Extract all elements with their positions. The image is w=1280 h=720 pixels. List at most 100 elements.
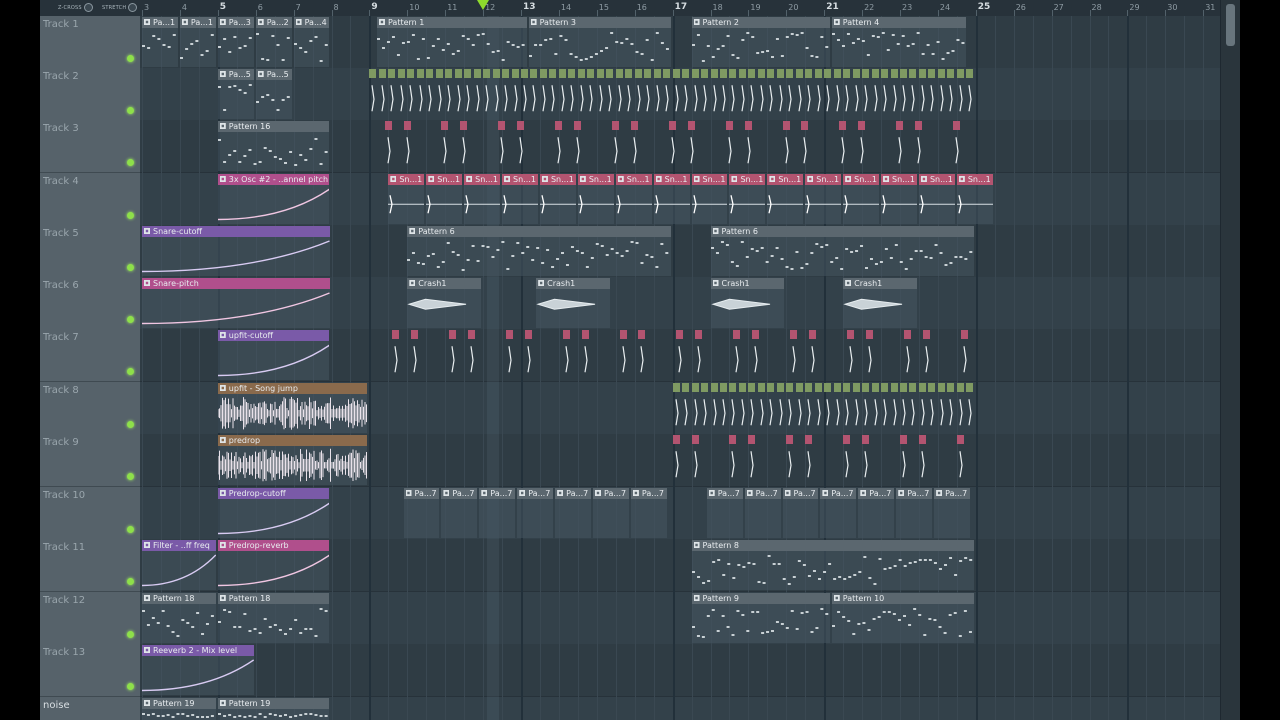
playlist-clip[interactable]: Pattern 3 bbox=[528, 17, 671, 67]
track-mute-led[interactable] bbox=[127, 525, 134, 533]
playlist-clip[interactable] bbox=[448, 330, 456, 380]
playlist-clip[interactable] bbox=[644, 69, 652, 119]
playlist-clip[interactable]: Pa...3 bbox=[217, 17, 254, 67]
track-mute-led[interactable] bbox=[127, 158, 134, 166]
track-lane[interactable] bbox=[140, 644, 1220, 697]
playlist-clip[interactable]: Pattern 6 bbox=[407, 226, 671, 276]
playlist-clip[interactable]: Pa...7 bbox=[706, 488, 743, 538]
playlist-clip[interactable] bbox=[596, 69, 604, 119]
playlist-clip[interactable] bbox=[956, 383, 964, 433]
playlist-clip[interactable]: Reeverb 2 - Mix level bbox=[142, 645, 254, 695]
playlist-clip[interactable]: Sn...1 bbox=[577, 174, 614, 224]
track-lane[interactable] bbox=[140, 68, 1220, 121]
playlist-clip[interactable]: Sn...1 bbox=[539, 174, 576, 224]
playlist-clip[interactable] bbox=[809, 330, 817, 380]
playlist-clip[interactable] bbox=[852, 69, 860, 119]
playlist-clip[interactable] bbox=[776, 383, 784, 433]
playlist-clip[interactable] bbox=[517, 121, 525, 171]
song-position-marker[interactable] bbox=[477, 0, 490, 10]
playlist-clip[interactable] bbox=[691, 383, 699, 433]
playlist-clip[interactable] bbox=[922, 330, 930, 380]
playlist-clip[interactable] bbox=[786, 69, 794, 119]
playlist-clip[interactable] bbox=[786, 383, 794, 433]
playlist-clip[interactable]: Pa...1 bbox=[142, 17, 178, 67]
playlist-clip[interactable] bbox=[492, 69, 500, 119]
playlist-clip[interactable] bbox=[881, 69, 889, 119]
playlist-clip[interactable]: predrop bbox=[217, 435, 368, 485]
playlist-clip[interactable]: Pa...7 bbox=[782, 488, 819, 538]
playlist-clip[interactable] bbox=[900, 435, 907, 485]
track-mute-led[interactable] bbox=[127, 211, 134, 219]
track-mute-led[interactable] bbox=[127, 106, 134, 114]
playlist-clip[interactable] bbox=[460, 121, 468, 171]
playlist-clip[interactable] bbox=[611, 121, 619, 171]
playlist-clip[interactable] bbox=[464, 69, 472, 119]
playlist-clip[interactable] bbox=[748, 435, 756, 485]
playlist-clip[interactable]: Crash1 bbox=[407, 278, 482, 328]
playlist-clip[interactable] bbox=[587, 69, 595, 119]
playlist-clip[interactable] bbox=[909, 383, 917, 433]
playlist-clip[interactable] bbox=[790, 330, 798, 380]
track-mute-led[interactable] bbox=[127, 472, 134, 480]
playlist-clip[interactable] bbox=[435, 69, 443, 119]
track-header[interactable]: Track 7 bbox=[40, 329, 140, 382]
playlist-clip[interactable] bbox=[505, 330, 513, 380]
playlist-clip[interactable] bbox=[748, 69, 756, 119]
playlist-clip[interactable] bbox=[805, 69, 813, 119]
playlist-clip[interactable]: Pattern 16 bbox=[217, 121, 330, 171]
playlist-clip[interactable] bbox=[574, 121, 582, 171]
playlist-clip[interactable] bbox=[900, 69, 907, 119]
track-header[interactable]: Track 8 bbox=[40, 382, 140, 435]
playlist-clip[interactable] bbox=[615, 69, 623, 119]
playlist-clip[interactable] bbox=[833, 69, 841, 119]
playlist-clip[interactable]: upfit - Song jump bbox=[217, 383, 368, 433]
playlist-clip[interactable]: Pa...7 bbox=[479, 488, 516, 538]
playlist-clip[interactable] bbox=[881, 383, 889, 433]
playlist-clip[interactable] bbox=[530, 69, 538, 119]
playlist-clip[interactable] bbox=[896, 121, 904, 171]
playlist-clip[interactable] bbox=[397, 69, 405, 119]
playlist-clip[interactable] bbox=[843, 69, 851, 119]
playlist-clip[interactable]: upfit-cutoff bbox=[217, 330, 330, 380]
playlist-clip[interactable]: Pa...7 bbox=[593, 488, 629, 538]
playlist-clip[interactable] bbox=[672, 69, 680, 119]
track-mute-led[interactable] bbox=[127, 630, 134, 638]
playlist-clip[interactable] bbox=[729, 435, 737, 485]
playlist-clip[interactable] bbox=[524, 330, 532, 380]
track-header[interactable]: Track 6 bbox=[40, 277, 140, 330]
playlist-clip[interactable]: Pattern 1 bbox=[376, 17, 527, 67]
playlist-clip[interactable]: Sn...1 bbox=[502, 174, 538, 224]
playlist-clip[interactable] bbox=[467, 330, 475, 380]
playlist-clip[interactable] bbox=[634, 69, 642, 119]
playlist-clip[interactable]: Pattern 2 bbox=[691, 17, 830, 67]
playlist-clip[interactable]: Sn...1 bbox=[881, 174, 917, 224]
playlist-clip[interactable] bbox=[871, 383, 879, 433]
playlist-clip[interactable] bbox=[719, 69, 727, 119]
playlist-clip[interactable] bbox=[843, 383, 851, 433]
playlist-clip[interactable] bbox=[691, 69, 699, 119]
track-header[interactable]: Track 3 bbox=[40, 120, 140, 173]
playlist-clip[interactable] bbox=[725, 121, 733, 171]
playlist-clip[interactable] bbox=[953, 121, 961, 171]
playlist-clip[interactable]: Sn...1 bbox=[653, 174, 690, 224]
playlist-clip[interactable] bbox=[767, 383, 775, 433]
playlist-clip[interactable] bbox=[388, 69, 396, 119]
playlist-clip[interactable]: Pa...7 bbox=[441, 488, 478, 538]
playlist-clip[interactable] bbox=[776, 69, 784, 119]
playlist-clip[interactable]: Sn...1 bbox=[956, 174, 993, 224]
playlist-clip[interactable] bbox=[411, 330, 419, 380]
playlist-clip[interactable]: 3x Osc #2 - ..annel pitch bbox=[217, 174, 330, 224]
playlist-clip[interactable] bbox=[937, 69, 945, 119]
scrollbar-thumb[interactable] bbox=[1226, 4, 1235, 46]
playlist-clip[interactable]: Pa...7 bbox=[403, 488, 440, 538]
playlist-clip[interactable] bbox=[441, 121, 449, 171]
playlist-clip[interactable] bbox=[733, 330, 741, 380]
playlist-clip[interactable]: Pa...7 bbox=[896, 488, 933, 538]
playlist-clip[interactable] bbox=[521, 69, 528, 119]
playlist-clip[interactable] bbox=[577, 69, 585, 119]
playlist-clip[interactable]: Pa...7 bbox=[517, 488, 554, 538]
playlist-clip[interactable] bbox=[782, 121, 790, 171]
playlist-clip[interactable] bbox=[909, 69, 917, 119]
playlist-clip[interactable] bbox=[672, 435, 680, 485]
playlist-clip[interactable]: Snare-cutoff bbox=[142, 226, 330, 276]
